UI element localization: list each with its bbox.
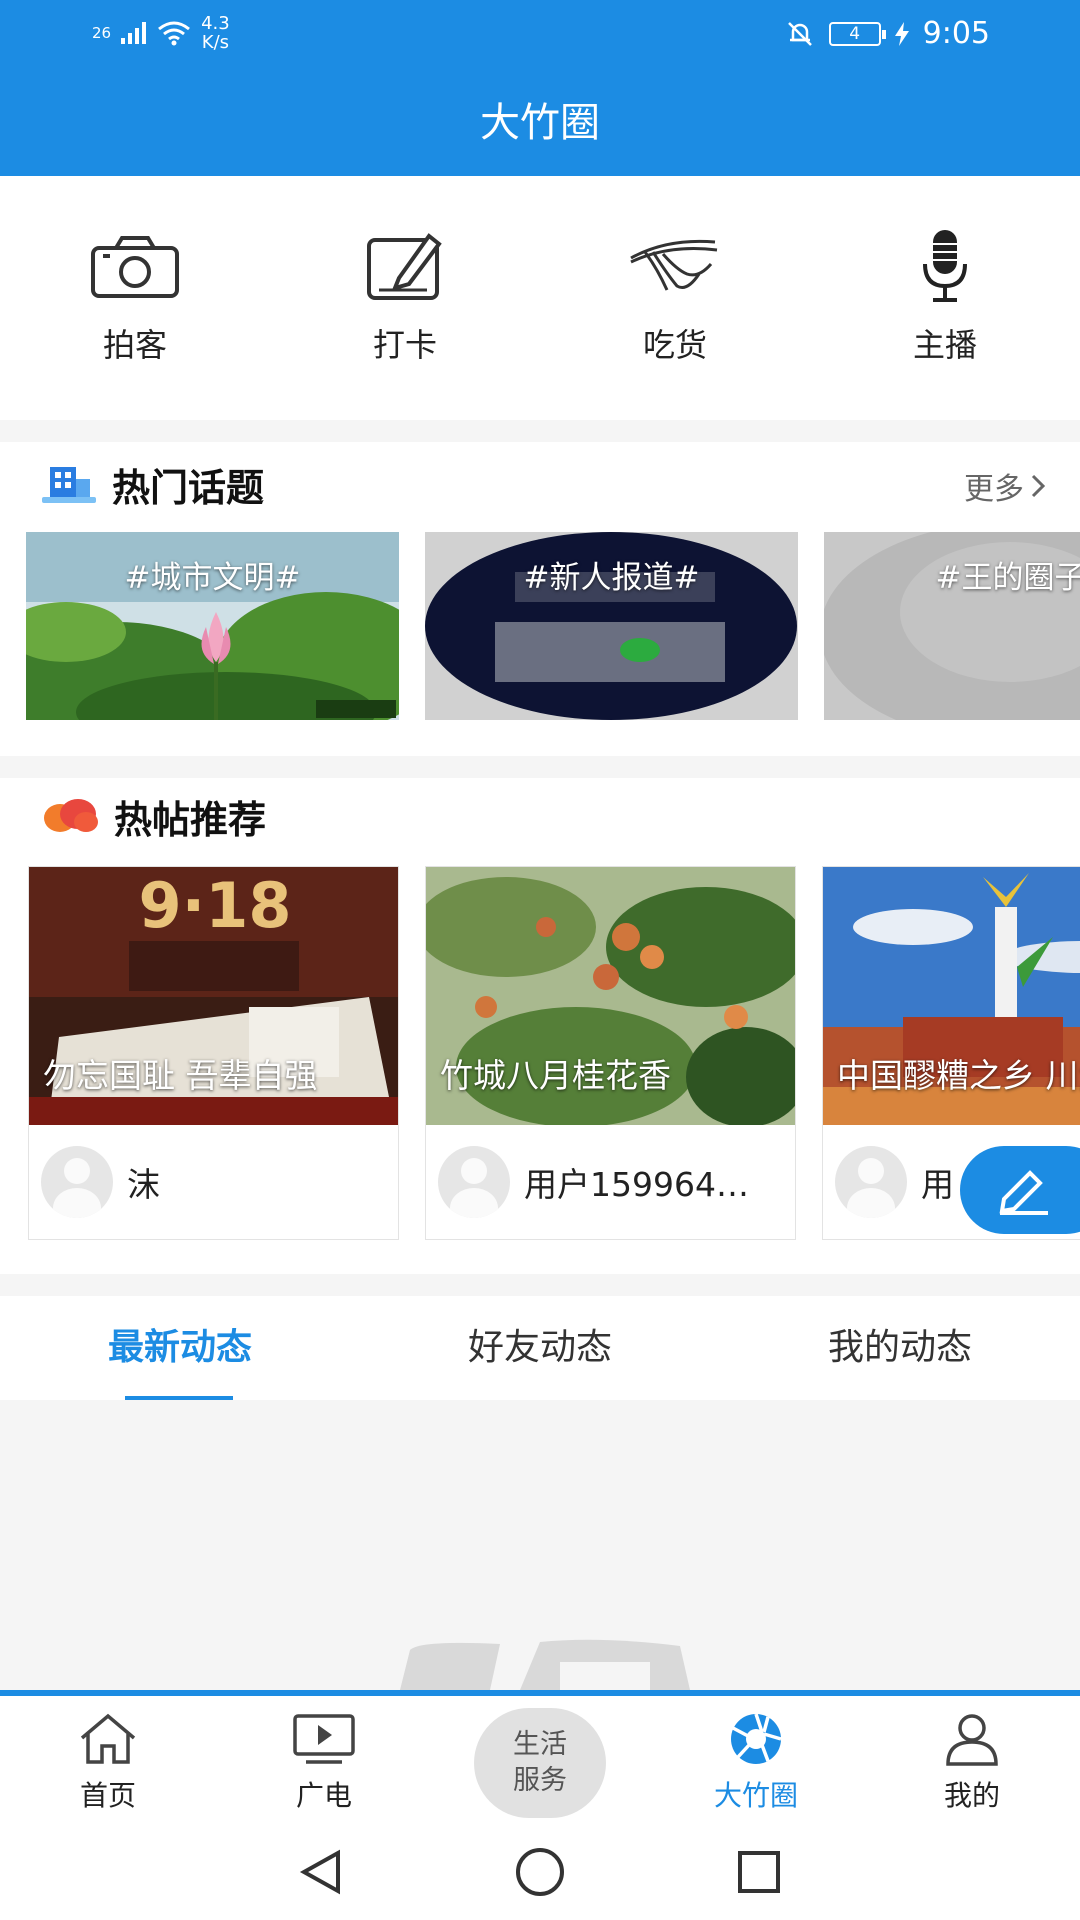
network-speed: 4.3 K/s — [201, 14, 230, 52]
microphone-icon — [810, 226, 1080, 306]
topic-list: #城市文明# #新人报道# #王的圈子 — [26, 532, 1080, 720]
signal-icon — [121, 22, 147, 44]
quick-action-zhubo[interactable]: 主播 — [810, 176, 1080, 420]
quick-action-paike[interactable]: 拍客 — [0, 176, 270, 420]
more-link[interactable]: 更多 — [964, 464, 1046, 508]
recents-icon[interactable] — [736, 1849, 782, 1895]
wifi-icon — [158, 21, 191, 46]
feed-content — [0, 1400, 1080, 1690]
topic-text: #新人报道# — [523, 560, 700, 596]
quick-action-label: 拍客 — [102, 326, 167, 364]
chevron-right-icon — [1031, 474, 1046, 498]
life-service-line2: 服务 — [513, 1765, 567, 1796]
network-type: 26 — [92, 23, 112, 42]
topic-card[interactable]: #新人报道# — [425, 532, 798, 720]
post-author: 沫 — [29, 1125, 398, 1239]
topic-card[interactable]: #王的圈子 — [824, 532, 1080, 720]
pencil-icon — [999, 1170, 1048, 1215]
avatar — [438, 1146, 510, 1218]
post-image: 中国醪糟之乡 川大竹。 — [823, 867, 1080, 1125]
author-name: 沫 — [127, 1165, 160, 1204]
nav-label: 首页 — [79, 1779, 136, 1812]
quick-action-label: 打卡 — [372, 326, 437, 364]
more-label: 更多 — [964, 472, 1024, 507]
topic-card[interactable]: #城市文明# — [26, 532, 399, 720]
status-bar: 26 4.3 K/s 4 9:05 — [0, 0, 1080, 70]
speed-unit: K/s — [201, 32, 230, 53]
nav-profile[interactable]: 我的 — [864, 1696, 1080, 1824]
status-left: 26 4.3 K/s — [92, 14, 230, 52]
status-right: 4 9:05 — [785, 16, 990, 51]
section-title: 热门话题 — [112, 465, 265, 510]
quick-action-chihuo[interactable]: 吃货 — [540, 176, 810, 420]
noodles-icon — [540, 226, 810, 306]
post-caption: 中国醪糟之乡 川大竹。 — [837, 1056, 1080, 1095]
avatar — [41, 1146, 113, 1218]
avatar — [835, 1146, 907, 1218]
post-caption: 竹城八月桂花香 — [440, 1056, 671, 1095]
nav-broadcast[interactable]: 广电 — [216, 1696, 432, 1824]
post-author: 用户159964… — [426, 1125, 795, 1239]
topic-text: #城市文明# — [124, 560, 301, 596]
bottom-nav: 首页 广电 生活 服务 大竹圈 我的 — [0, 1690, 1080, 1824]
charging-icon — [894, 21, 909, 46]
quick-action-label: 主播 — [912, 326, 977, 364]
life-service-line1: 生活 — [513, 1729, 567, 1760]
camera-icon — [0, 226, 270, 306]
tab-latest[interactable]: 最新动态 — [0, 1296, 360, 1400]
nav-label: 广电 — [295, 1779, 352, 1812]
author-name: 用 — [921, 1165, 954, 1204]
post-image: 9·18 勿忘国耻 吾辈自强 — [29, 867, 398, 1125]
tv-play-icon — [293, 1714, 355, 1764]
hot-posts-section: 热帖推荐 9·18 勿忘国耻 吾辈自强 沫 竹城八月桂花香 用户159964… … — [0, 778, 1080, 1274]
section-header: 热帖推荐 — [0, 778, 1080, 854]
post-card[interactable]: 竹城八月桂花香 用户159964… — [425, 866, 796, 1240]
topic-text: #王的圈子 — [935, 560, 1080, 596]
nav-label: 我的 — [943, 1779, 1000, 1812]
nav-life-service[interactable]: 生活 服务 — [432, 1696, 648, 1824]
post-list: 9·18 勿忘国耻 吾辈自强 沫 竹城八月桂花香 用户159964… 中国醪糟之… — [28, 866, 1080, 1240]
home-circle-icon[interactable] — [514, 1846, 566, 1898]
section-header: 热门话题 更多 — [0, 442, 1080, 526]
author-name: 用户159964… — [524, 1165, 749, 1204]
home-icon — [80, 1713, 136, 1764]
speed-value: 4.3 — [201, 13, 230, 34]
tab-mine[interactable]: 我的动态 — [720, 1296, 1080, 1400]
nav-home[interactable]: 首页 — [0, 1696, 216, 1824]
quick-action-label: 吃货 — [642, 326, 707, 364]
quick-actions: 拍客 打卡 吃货 主播 — [0, 176, 1080, 420]
clock: 9:05 — [922, 16, 990, 51]
nav-label: 大竹圈 — [713, 1779, 798, 1812]
nav-dazhuquan[interactable]: 大竹圈 — [648, 1696, 864, 1824]
tab-friends[interactable]: 好友动态 — [360, 1296, 720, 1400]
app-screen: 26 4.3 K/s 4 9:05 大竹圈 拍客 打卡 吃货 主播 热门话题 更… — [0, 0, 1080, 1920]
life-service-button[interactable]: 生活 服务 — [474, 1708, 606, 1818]
compose-button[interactable] — [960, 1146, 1080, 1234]
mute-bell-icon — [787, 21, 812, 46]
aperture-icon — [731, 1713, 782, 1764]
user-icon — [946, 1714, 998, 1766]
edit-note-icon — [270, 226, 540, 306]
system-nav-bar — [0, 1824, 1080, 1920]
battery-indicator: 4 — [828, 21, 886, 46]
post-caption: 勿忘国耻 吾辈自强 — [43, 1056, 318, 1095]
feed-tabs: 最新动态 好友动态 我的动态 — [0, 1296, 1080, 1400]
svg-text:9·18: 9·18 — [139, 869, 292, 942]
post-card[interactable]: 9·18 勿忘国耻 吾辈自强 沫 — [28, 866, 399, 1240]
hot-topics-section: 热门话题 更多 #城市文明# #新人报道# #王的圈子 — [0, 442, 1080, 756]
flame-icon — [44, 799, 98, 832]
post-image: 竹城八月桂花香 — [426, 867, 795, 1125]
quick-action-daka[interactable]: 打卡 — [270, 176, 540, 420]
page-title: 大竹圈 — [0, 70, 1080, 176]
building-icon — [42, 467, 96, 503]
loading-watermark — [400, 1639, 690, 1690]
back-icon[interactable] — [298, 1849, 344, 1895]
section-title: 热帖推荐 — [114, 797, 267, 842]
